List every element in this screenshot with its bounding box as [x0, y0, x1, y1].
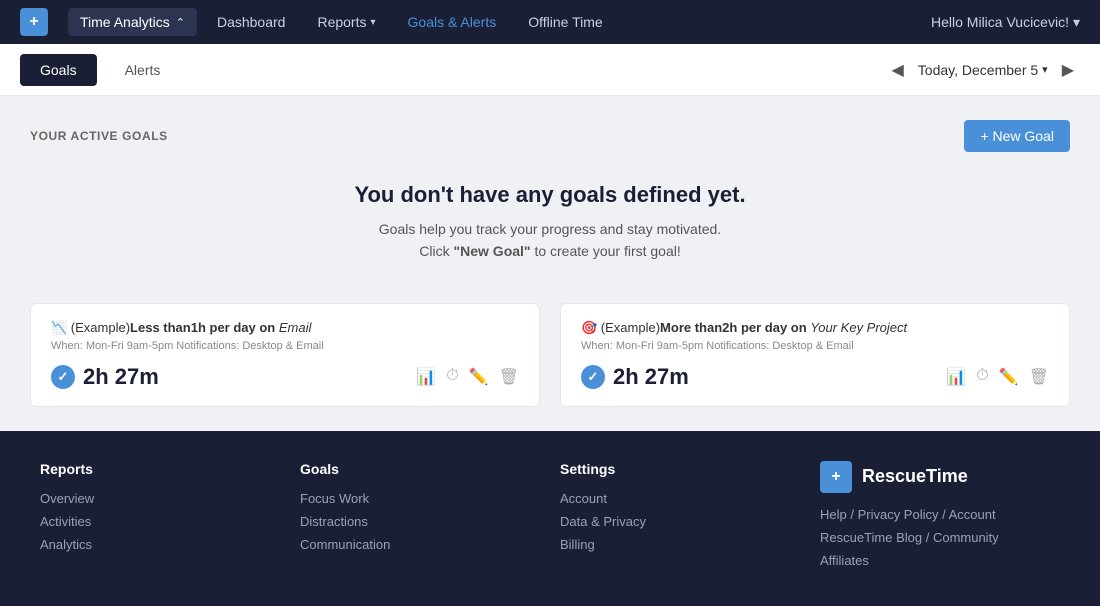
- footer-settings-heading: Settings: [560, 461, 800, 477]
- nav-dashboard[interactable]: Dashboard: [205, 14, 298, 30]
- goal-card-1-title: 📉 (Example)Less than1h per day on Email: [51, 320, 519, 336]
- goal-card-1-subtitle: When: Mon-Fri 9am-5pm Notifications: Des…: [51, 340, 519, 352]
- footer: Reports Overview Activities Analytics Go…: [0, 431, 1100, 606]
- goal-1-delete-icon[interactable]: 🗑: [499, 367, 519, 387]
- goal-cards-container: 📉 (Example)Less than1h per day on Email …: [30, 303, 1070, 407]
- footer-link-data-privacy[interactable]: Data & Privacy: [560, 514, 800, 529]
- goal-2-edit-icon[interactable]: ✏️: [999, 367, 1019, 387]
- footer-grid: Reports Overview Activities Analytics Go…: [40, 461, 1060, 576]
- footer-link-communication[interactable]: Communication: [300, 537, 540, 552]
- footer-reports-heading: Reports: [40, 461, 280, 477]
- app-name-button[interactable]: Time Analytics ⌃: [68, 8, 197, 36]
- footer-brand: + RescueTime: [820, 461, 1060, 493]
- new-goal-button[interactable]: + New Goal: [964, 120, 1070, 152]
- app-name-chevron-icon: ⌃: [176, 16, 185, 29]
- nav-goals-alerts[interactable]: Goals & Alerts: [396, 14, 509, 30]
- goal-2-check-icon: ✓: [581, 365, 605, 389]
- date-prev-button[interactable]: ◀: [885, 56, 909, 84]
- date-next-button[interactable]: ▶: [1056, 56, 1080, 84]
- app-name-label: Time Analytics: [80, 14, 170, 30]
- goal-1-timer-icon[interactable]: ⏱: [446, 367, 458, 387]
- tab-goals[interactable]: Goals: [20, 54, 97, 86]
- logo-icon: +: [20, 8, 48, 36]
- sub-navigation: Goals Alerts ◀ Today, December 5 ▾ ▶: [0, 44, 1100, 96]
- empty-state: You don't have any goals defined yet. Go…: [30, 172, 1070, 287]
- footer-link-overview[interactable]: Overview: [40, 491, 280, 506]
- goal-2-timer-icon[interactable]: ⏱: [976, 367, 988, 387]
- example-goal-card-1: 📉 (Example)Less than1h per day on Email …: [30, 303, 540, 407]
- goal-card-2-subtitle: When: Mon-Fri 9am-5pm Notifications: Des…: [581, 340, 1049, 352]
- goal-1-chart-icon[interactable]: 📊: [416, 367, 436, 387]
- footer-col-brand: + RescueTime Help / Privacy Policy / Acc…: [820, 461, 1060, 576]
- new-goal-cta-text: "New Goal": [453, 243, 530, 259]
- footer-goals-heading: Goals: [300, 461, 540, 477]
- footer-help-link-3: Affiliates: [820, 553, 1060, 568]
- goal-card-1-time: ✓ 2h 27m: [51, 364, 159, 390]
- goal-card-2-footer: ✓ 2h 27m 📊 ⏱ ✏️ 🗑: [581, 364, 1049, 390]
- footer-link-activities[interactable]: Activities: [40, 514, 280, 529]
- goal-1-edit-icon[interactable]: ✏️: [469, 367, 489, 387]
- tab-alerts[interactable]: Alerts: [105, 54, 181, 86]
- empty-heading: You don't have any goals defined yet.: [30, 182, 1070, 208]
- footer-link-billing[interactable]: Billing: [560, 537, 800, 552]
- logo-area: +: [20, 8, 56, 36]
- main-content: YOUR ACTIVE GOALS + New Goal You don't h…: [0, 96, 1100, 431]
- footer-col-goals: Goals Focus Work Distractions Communicat…: [300, 461, 540, 576]
- empty-sub2: Click "New Goal" to create your first go…: [30, 240, 1070, 262]
- goal-card-2-actions: 📊 ⏱ ✏️ 🗑: [946, 367, 1049, 387]
- top-navigation: + Time Analytics ⌃ Dashboard Reports ▾ G…: [0, 0, 1100, 44]
- reports-chevron-icon: ▾: [370, 17, 375, 28]
- section-header: YOUR ACTIVE GOALS + New Goal: [30, 120, 1070, 152]
- goal-card-2-time: ✓ 2h 27m: [581, 364, 689, 390]
- footer-link-analytics[interactable]: Analytics: [40, 537, 280, 552]
- date-navigator: ◀ Today, December 5 ▾ ▶: [885, 56, 1080, 84]
- goal-2-chart-icon[interactable]: 📊: [946, 367, 966, 387]
- nav-offline-time[interactable]: Offline Time: [516, 14, 614, 30]
- footer-col-settings: Settings Account Data & Privacy Billing: [560, 461, 800, 576]
- goal-1-check-icon: ✓: [51, 365, 75, 389]
- goal-2-delete-icon[interactable]: 🗑: [1029, 367, 1049, 387]
- goal-card-2-title: 🎯 (Example)More than2h per day on Your K…: [581, 320, 1049, 336]
- user-chevron-icon: ▾: [1073, 14, 1080, 31]
- empty-sub1: Goals help you track your progress and s…: [30, 218, 1070, 240]
- footer-logo-icon: +: [820, 461, 852, 493]
- nav-reports[interactable]: Reports ▾: [305, 14, 387, 30]
- footer-col-reports: Reports Overview Activities Analytics: [40, 461, 280, 576]
- user-menu[interactable]: Hello Milica Vucicevic! ▾: [931, 14, 1080, 31]
- date-chevron-icon: ▾: [1042, 63, 1048, 76]
- footer-brand-name: RescueTime: [862, 466, 968, 487]
- footer-help-link-1: Help / Privacy Policy / Account: [820, 507, 1060, 522]
- user-greeting-label: Hello Milica Vucicevic!: [931, 14, 1069, 30]
- footer-link-account[interactable]: Account: [560, 491, 800, 506]
- section-title: YOUR ACTIVE GOALS: [30, 129, 168, 143]
- footer-link-distractions[interactable]: Distractions: [300, 514, 540, 529]
- footer-help-link-2: RescueTime Blog / Community: [820, 530, 1060, 545]
- example-goal-card-2: 🎯 (Example)More than2h per day on Your K…: [560, 303, 1070, 407]
- date-label[interactable]: Today, December 5 ▾: [918, 62, 1048, 78]
- goal-card-1-footer: ✓ 2h 27m 📊 ⏱ ✏️ 🗑: [51, 364, 519, 390]
- goal-card-1-actions: 📊 ⏱ ✏️ 🗑: [416, 367, 519, 387]
- footer-link-focus-work[interactable]: Focus Work: [300, 491, 540, 506]
